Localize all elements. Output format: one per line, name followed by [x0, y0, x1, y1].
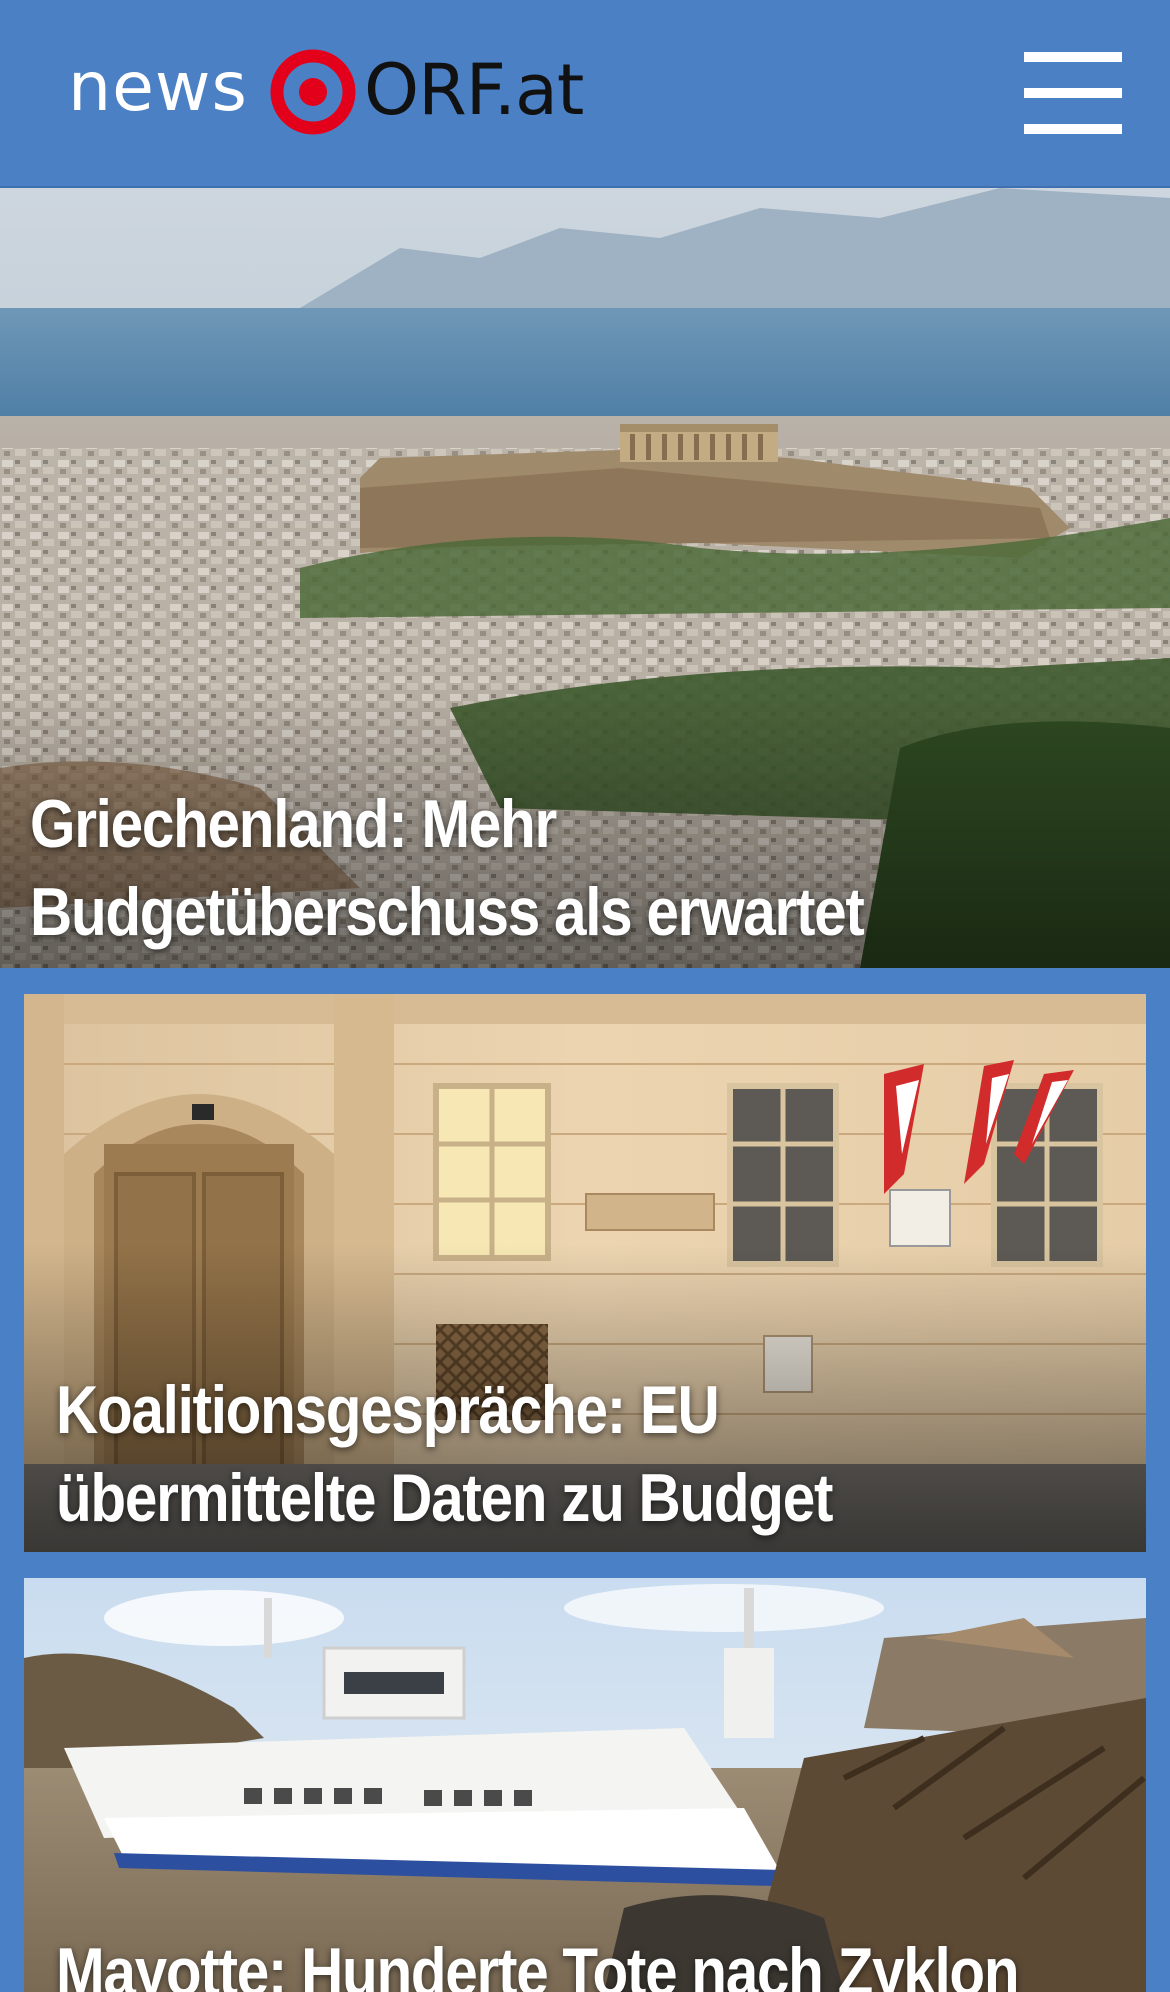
story-card-koalitionsgespraeche[interactable]: Koalitionsgespräche: EU übermittelte Dat… — [24, 994, 1146, 1552]
story-card-griechenland[interactable]: Griechenland: Mehr Budgetüberschuss als … — [0, 188, 1170, 968]
site-logo[interactable]: news ORF.at — [68, 46, 584, 138]
hamburger-menu-icon[interactable] — [1024, 50, 1122, 136]
logo-news-text: news — [68, 48, 248, 127]
logo-orf-text: ORF.at — [363, 49, 584, 131]
story-card-mayotte[interactable]: Mayotte: Hunderte Tote nach Zyklon — [24, 1578, 1146, 1992]
story-title-mayotte: Mayotte: Hunderte Tote nach Zyklon — [56, 1934, 1020, 1992]
site-header: news ORF.at — [0, 0, 1170, 188]
story-title-koalitionsgespraeche: Koalitionsgespräche: EU übermittelte Dat… — [56, 1372, 833, 1536]
story-title-griechenland: Griechenland: Mehr Budgetüberschuss als … — [30, 786, 865, 950]
orf-eye-logo-icon — [270, 49, 356, 135]
